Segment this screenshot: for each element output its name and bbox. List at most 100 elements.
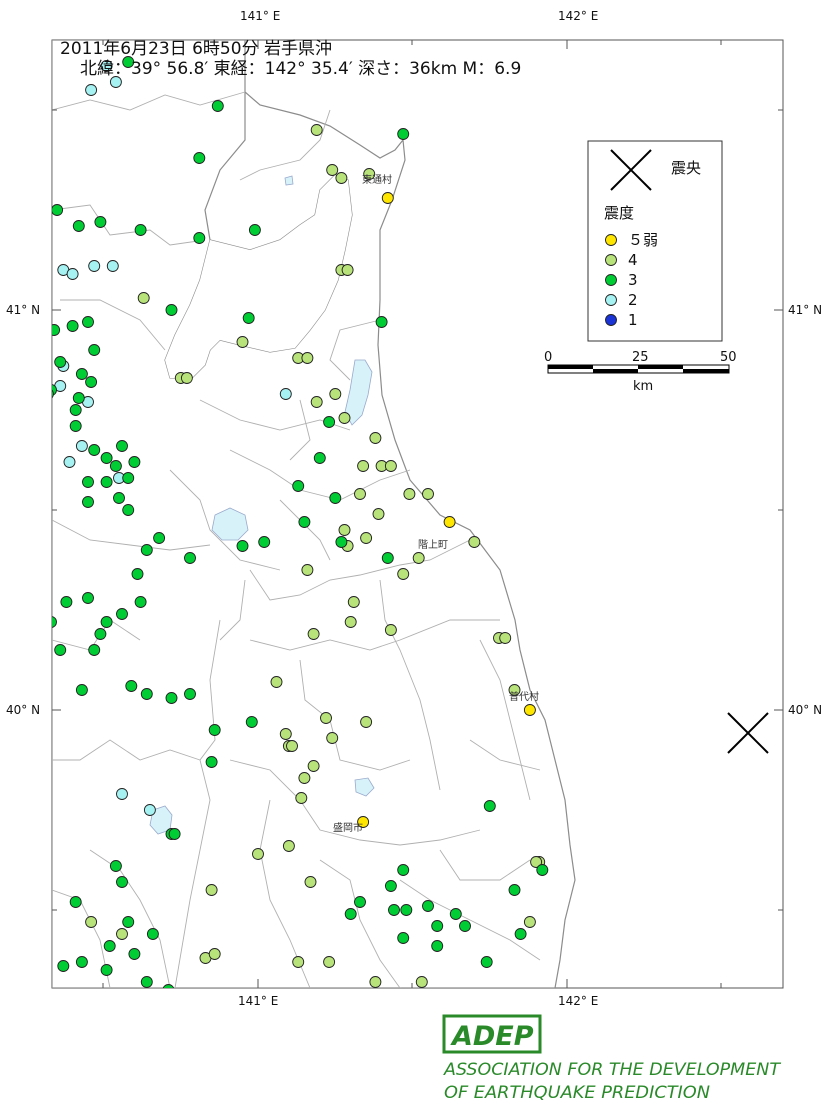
station-marker-intensity-3	[165, 304, 178, 316]
station-marker-intensity-4	[180, 372, 193, 384]
station-marker-intensity-4	[357, 460, 370, 472]
station-marker-intensity-2	[21, 149, 32, 160]
station-marker-intensity-3	[100, 964, 113, 976]
lat-label-left-40: 40° N	[6, 703, 40, 717]
station-marker-intensity-3	[215, 1065, 226, 1076]
station-marker-intensity-4	[205, 884, 218, 896]
station-marker-intensity-5-lower	[523, 704, 536, 716]
station-marker-intensity-3	[109, 860, 122, 872]
station-marker-intensity-3	[85, 376, 98, 388]
adep-logo-line2: OF EARTHQUAKE PREDICTION	[444, 1083, 710, 1103]
scale-unit: km	[633, 379, 653, 394]
station-marker-intensity-4	[320, 712, 332, 724]
station-marker-intensity-3	[64, 1077, 75, 1088]
station-marker-intensity-3	[134, 596, 147, 608]
station-marker-intensity-4	[304, 876, 317, 888]
station-marker-intensity-3	[140, 544, 153, 556]
station-marker-intensity-4	[310, 124, 323, 136]
station-marker-intensity-3	[52, 324, 61, 336]
station-marker-intensity-3	[385, 1081, 396, 1092]
station-marker-intensity-3	[103, 940, 116, 952]
station-marker-intensity-4	[344, 616, 357, 628]
station-marker-intensity-4	[369, 432, 382, 444]
station-marker-intensity-4	[116, 928, 128, 940]
station-marker-intensity-3	[397, 864, 410, 876]
station-marker-intensity-3	[82, 496, 94, 508]
legend: 震央 震度 ５弱 4 3 2 1	[587, 140, 723, 342]
station-marker-intensity-4	[208, 948, 221, 960]
station-marker-intensity-3	[69, 896, 82, 908]
station-marker-intensity-3	[147, 1069, 158, 1080]
station-marker-intensity-4	[499, 632, 512, 644]
station-marker-intensity-3	[116, 608, 128, 620]
station-marker-intensity-3	[313, 452, 326, 464]
station-marker-intensity-3	[449, 908, 462, 920]
station-marker-intensity-2	[116, 788, 128, 800]
station-marker-intensity-4	[295, 792, 308, 804]
station-marker-intensity-3	[193, 152, 206, 164]
station-marker-intensity-4	[335, 172, 348, 184]
station-marker-intensity-3	[400, 904, 413, 916]
station-marker-intensity-3	[236, 540, 249, 552]
station-marker-intensity-3	[66, 320, 79, 332]
station-marker-intensity-3	[323, 416, 336, 428]
station-marker-intensity-4	[282, 840, 295, 852]
station-marker-intensity-2	[39, 569, 50, 580]
station-marker-intensity-4	[403, 488, 416, 500]
legend-epicenter-label: 震央	[671, 159, 701, 177]
station-marker-intensity-4	[369, 976, 382, 988]
place-label-morioka: 盛岡市	[333, 821, 363, 834]
station-marker-intensity-3	[193, 232, 206, 244]
station-marker-intensity-2	[63, 456, 76, 468]
station-marker-intensity-3	[354, 896, 366, 908]
lat-label-right-40: 40° N	[788, 703, 822, 717]
station-marker-intensity-3	[69, 404, 82, 416]
station-marker-intensity-4	[347, 596, 360, 608]
station-marker-intensity-3	[298, 516, 311, 528]
scale-tick-50: 50	[720, 350, 737, 365]
legend-label-0: ５弱	[628, 231, 658, 249]
station-marker-intensity-4	[236, 336, 249, 348]
legend-swatch-3	[605, 294, 617, 306]
station-marker-intensity-5-lower	[443, 516, 456, 528]
station-marker-intensity-3	[308, 1005, 319, 1016]
legend-label-2: 3	[628, 271, 638, 289]
legend-swatch-0	[605, 234, 617, 246]
station-marker-intensity-3	[82, 592, 94, 604]
station-marker-intensity-4	[329, 388, 342, 400]
station-marker-intensity-3	[211, 100, 224, 112]
station-marker-intensity-3	[413, 1069, 424, 1080]
lon-label-bottom-142: 142° E	[558, 994, 598, 1008]
station-marker-intensity-4	[85, 916, 98, 928]
station-marker-intensity-3	[514, 928, 527, 940]
station-marker-intensity-3	[140, 688, 153, 700]
station-marker-intensity-4	[360, 716, 373, 728]
station-marker-intensity-3	[184, 552, 196, 564]
lon-label-bottom-141: 141° E	[238, 994, 278, 1008]
station-marker-intensity-3	[384, 880, 397, 892]
station-marker-intensity-3	[135, 1005, 146, 1016]
station-marker-intensity-3	[506, 989, 517, 1000]
legend-label-1: 4	[628, 251, 638, 269]
station-marker-intensity-4	[415, 976, 428, 988]
legend-swatch-1	[605, 254, 617, 266]
station-marker-intensity-4	[323, 956, 336, 968]
station-marker-intensity-4	[523, 916, 536, 928]
lon-label-top-141: 141° E	[240, 9, 280, 23]
station-marker-intensity-4	[384, 460, 397, 472]
station-marker-intensity-4	[292, 956, 305, 968]
station-marker-intensity-3	[116, 440, 128, 452]
place-label-hashikami: 階上町	[418, 539, 448, 551]
station-marker-intensity-4	[310, 396, 323, 408]
station-marker-intensity-4	[397, 568, 410, 580]
station-marker-intensity-2	[143, 804, 156, 816]
station-marker-intensity-3	[335, 536, 348, 548]
station-marker-intensity-3	[72, 220, 85, 232]
station-marker-intensity-4	[354, 488, 366, 500]
station-marker-intensity-3	[208, 724, 221, 736]
station-marker-intensity-3	[219, 1017, 230, 1028]
station-marker-intensity-3	[100, 452, 113, 464]
station-marker-intensity-4	[298, 772, 311, 784]
station-marker-intensity-3	[52, 384, 57, 396]
legend-label-4: 1	[628, 311, 638, 329]
